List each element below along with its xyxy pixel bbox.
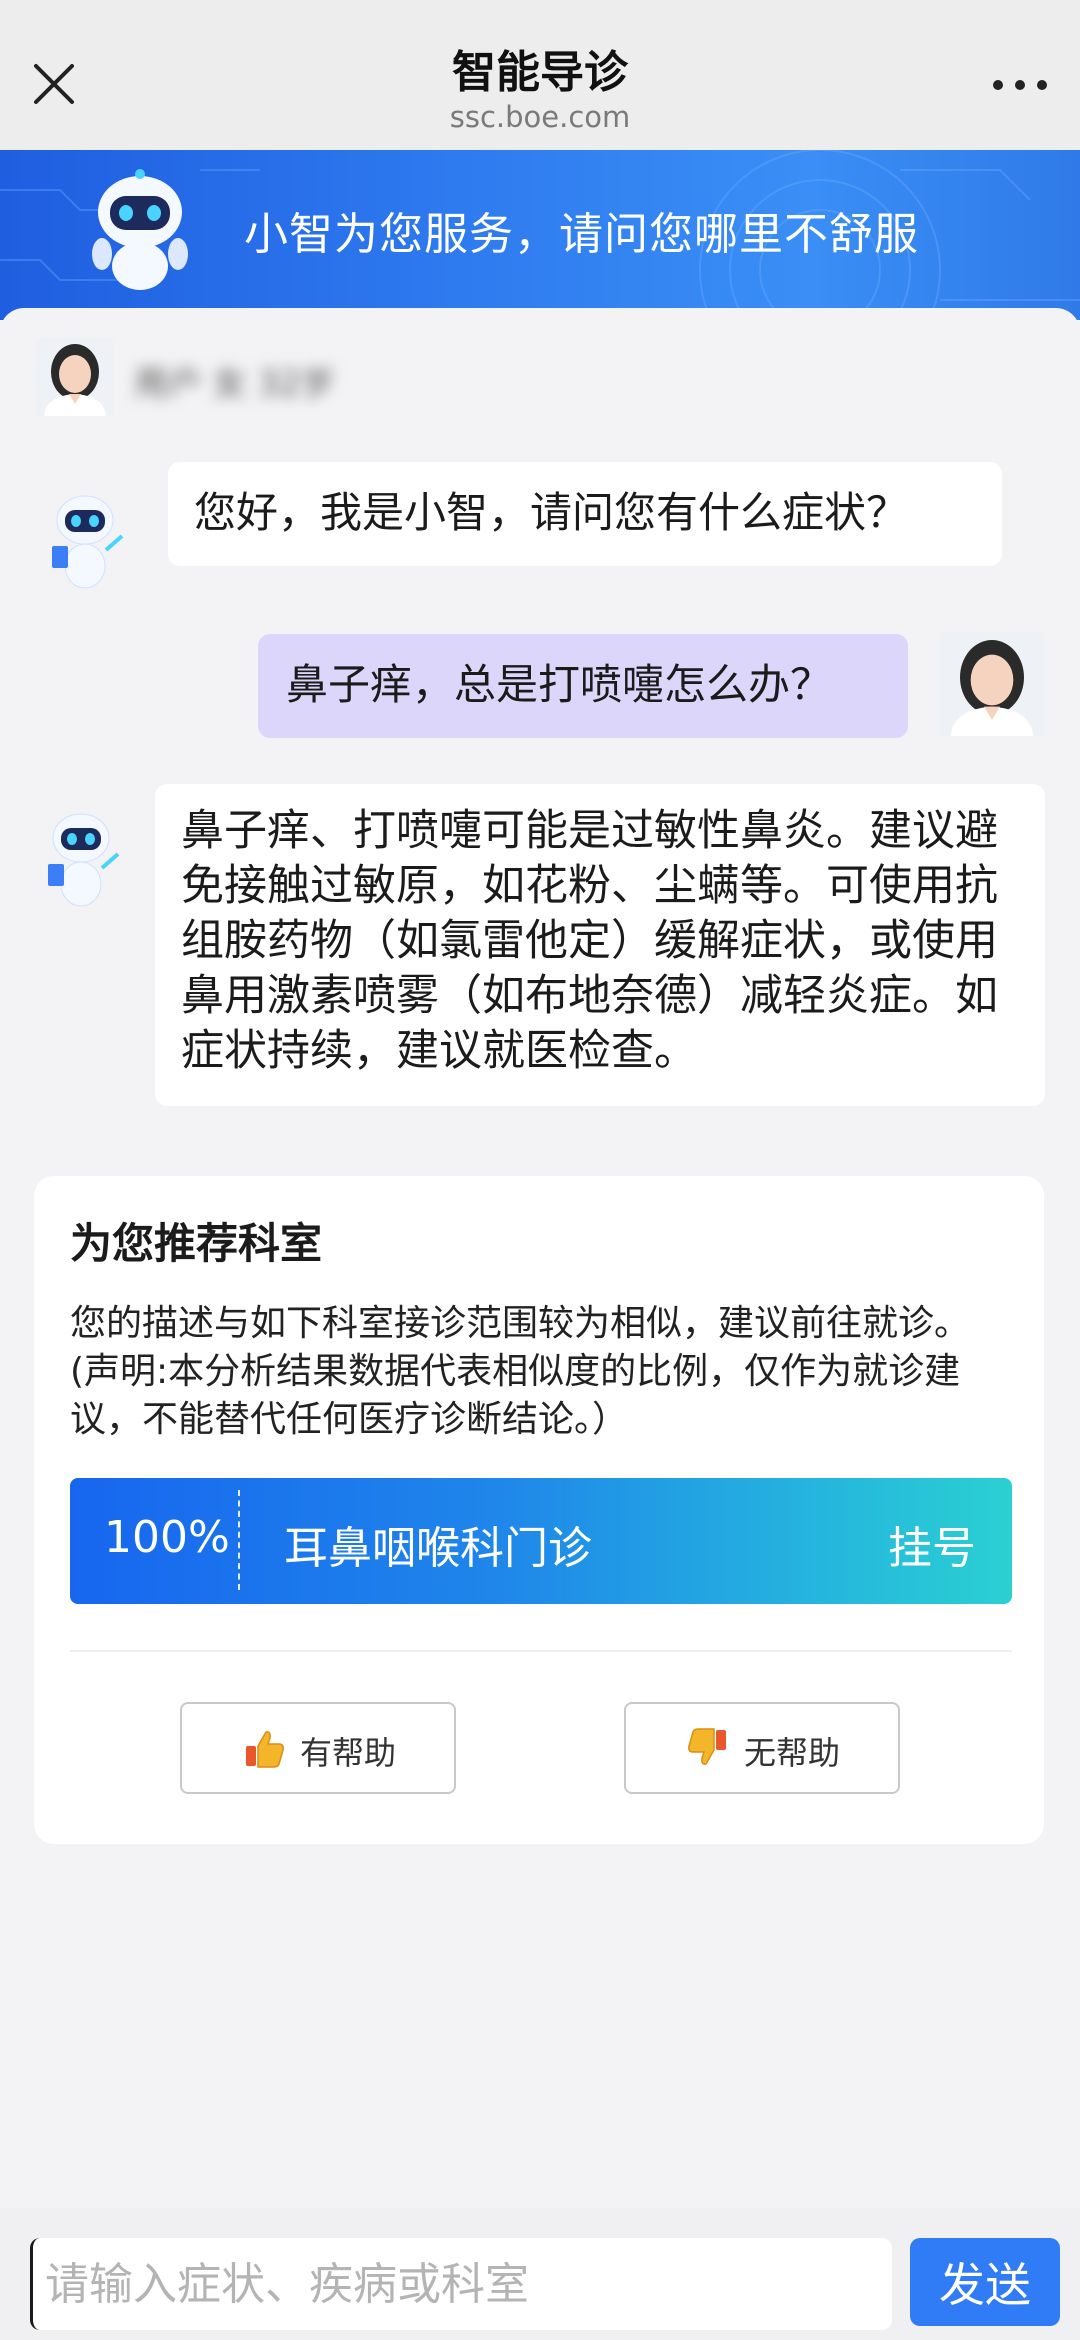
divider <box>238 1490 240 1590</box>
user-name: 用户 女 32岁 <box>134 364 335 404</box>
user-message: 鼻子痒，总是打喷嚏怎么办？ <box>258 634 908 738</box>
title-bar: 智能导诊 ssc.boe.com <box>0 0 1080 150</box>
bot-message: 鼻子痒、打喷嚏可能是过敏性鼻炎。建议避免接触过敏原，如花粉、尘螨等。可使用抗组胺… <box>155 784 1045 1106</box>
similarity-percent: 100% <box>104 1512 230 1563</box>
bot-avatar-icon <box>52 495 124 589</box>
helpful-button[interactable]: 有帮助 <box>180 1702 456 1794</box>
recommend-description: 您的描述与如下科室接诊范围较为相似，建议前往就诊。(声明:本分析结果数据代表相似… <box>70 1303 971 1440</box>
send-button[interactable]: 发送 <box>910 2238 1060 2326</box>
more-icon[interactable] <box>988 70 1052 100</box>
thumbs-up-icon <box>246 1731 284 1768</box>
banner-text: 小智为您服务，请问您哪里不舒服 <box>244 209 919 260</box>
helpful-label: 有帮助 <box>300 1734 397 1772</box>
recommend-heading: 为您推荐科室 <box>70 1219 323 1268</box>
avatar <box>940 632 1044 736</box>
page-domain: ssc.boe.com <box>449 100 631 134</box>
chat-panel: 用户 女 32岁 您好，我是小智，请问您有什么症状？ 鼻子痒，总是打喷嚏怎么办？… <box>0 308 1080 2208</box>
input-bar: 发送 <box>0 2208 1080 2340</box>
female-doctor-avatar-icon <box>36 338 114 416</box>
bot-avatar-icon <box>48 813 120 907</box>
bot-message: 您好，我是小智，请问您有什么症状？ <box>168 462 1002 566</box>
female-doctor-avatar-icon <box>940 632 1044 736</box>
department-name: 耳鼻咽喉科门诊 <box>284 1523 592 1574</box>
not-helpful-button[interactable]: 无帮助 <box>624 1702 900 1794</box>
page-title: 智能导诊 <box>452 47 628 98</box>
not-helpful-label: 无帮助 <box>744 1734 841 1772</box>
symptom-input[interactable] <box>30 2238 892 2330</box>
welcome-banner: 小智为您服务，请问您哪里不舒服 <box>0 150 1080 320</box>
recommend-card: 为您推荐科室 您的描述与如下科室接诊范围较为相似，建议前往就诊。(声明:本分析结… <box>34 1176 1044 1844</box>
avatar <box>36 338 114 416</box>
department-item[interactable]: 100% 耳鼻咽喉科门诊 挂号 <box>70 1478 1012 1604</box>
thumbs-down-icon <box>688 1728 726 1765</box>
register-button[interactable]: 挂号 <box>888 1512 976 1576</box>
robot-mascot-icon <box>92 169 188 290</box>
divider <box>70 1650 1012 1652</box>
